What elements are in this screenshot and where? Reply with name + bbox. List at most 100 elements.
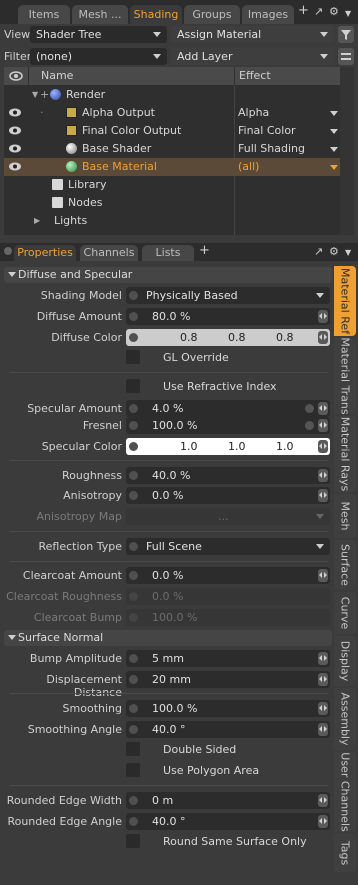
smoothing-angle-field[interactable]: 40.0 °	[126, 721, 330, 738]
diffuse-color-b[interactable]: 0.8	[276, 329, 294, 346]
tree-row-name: Base Shader	[82, 142, 152, 155]
eye-icon[interactable]	[8, 162, 22, 171]
specular-color-g[interactable]: 1.0	[228, 438, 246, 455]
expand-icon[interactable]: ↗	[314, 5, 323, 18]
tab-mesh[interactable]: Mesh ...	[72, 5, 128, 24]
shading-app: Items Mesh ... Shading Groups Images + ↗…	[0, 0, 358, 885]
tab-groups[interactable]: Groups	[184, 5, 240, 24]
chevron-down-icon[interactable]: ▼	[345, 9, 351, 18]
specular-color-swatch[interactable]: 1.0 1.0 1.0	[126, 438, 330, 455]
expand-arrow-icon[interactable]: ▼	[32, 86, 38, 104]
output-icon	[66, 107, 77, 118]
rounded-edge-width-field[interactable]: 0 m	[126, 792, 330, 809]
gear-icon[interactable]: ⚙	[329, 245, 339, 258]
round-same-surface-checkbox[interactable]	[126, 834, 140, 848]
diffuse-amount-field[interactable]: 80.0 %	[126, 308, 330, 325]
clearcoat-roughness-field[interactable]: 0.0 %	[126, 588, 330, 605]
add-tab-button[interactable]: +	[199, 243, 210, 258]
specular-amount-field[interactable]: 4.0 %	[126, 400, 330, 417]
specular-color-r[interactable]: 1.0	[180, 438, 198, 455]
double-sided-checkbox[interactable]	[126, 742, 140, 756]
diffuse-amount-label: Diffuse Amount	[36, 310, 122, 323]
side-tab-display[interactable]: Display	[334, 636, 356, 686]
use-refractive-checkbox[interactable]	[126, 379, 140, 393]
tree-row-nodes[interactable]: Nodes	[4, 194, 340, 212]
tab-properties[interactable]: Properties	[14, 245, 76, 261]
tree-row-base-shader[interactable]: Base Shader Full Shading	[4, 140, 340, 158]
gl-override-checkbox[interactable]	[126, 350, 140, 364]
side-tab-tags[interactable]: Tags	[334, 834, 356, 872]
section-diffuse-specular[interactable]: Diffuse and Specular	[4, 267, 332, 283]
filter-dropdown[interactable]: (none)	[30, 48, 167, 65]
use-polygon-area-checkbox[interactable]	[126, 763, 140, 777]
roughness-label: Roughness	[61, 469, 122, 482]
expand-icon[interactable]: ↗	[314, 245, 323, 258]
shader-icon	[66, 143, 77, 154]
clearcoat-bump-field[interactable]: 100.0 %	[126, 609, 330, 626]
view-dropdown[interactable]: Shader Tree	[30, 26, 167, 43]
side-tab-label: Display	[338, 640, 352, 682]
side-tab-assembly[interactable]: Assembly	[334, 688, 356, 750]
diffuse-color-g[interactable]: 0.8	[228, 329, 246, 346]
side-tab-label: User Channels	[338, 752, 352, 832]
tree-row-lights[interactable]: ▶ Lights	[4, 212, 340, 230]
assign-material-button[interactable]: Assign Material	[171, 26, 334, 43]
side-tab-user-channels[interactable]: User Channels	[334, 752, 356, 832]
eye-icon[interactable]	[8, 144, 22, 153]
tree-row-effect[interactable]: (all)	[238, 158, 259, 176]
side-tab-surface[interactable]: Surface	[334, 540, 356, 590]
anisotropy-field[interactable]: 0.0 %	[126, 487, 330, 504]
tree-row-effect[interactable]: Final Color	[238, 122, 296, 140]
reflection-type-dropdown[interactable]: Full Scene	[126, 538, 330, 555]
tree-row-base-material[interactable]: Base Material (all)	[4, 158, 340, 176]
tree-row-alpha-output[interactable]: · Alpha Output Alpha	[4, 104, 340, 122]
tab-lists[interactable]: Lists	[142, 245, 194, 261]
side-tab-material-rays[interactable]: Material Rays	[334, 416, 356, 492]
bump-amplitude-field[interactable]: 5 mm	[126, 650, 330, 667]
specular-amount-value: 4.0 %	[152, 402, 184, 415]
add-tab-button[interactable]: +	[298, 3, 309, 18]
tab-channels[interactable]: Channels	[80, 245, 138, 261]
side-tab-material-ref[interactable]: Material Ref	[334, 266, 356, 336]
tree-row-library[interactable]: Library	[4, 176, 340, 194]
rounded-edge-angle-field[interactable]: 40.0 °	[126, 813, 330, 830]
tree-row-effect[interactable]: Alpha	[238, 104, 269, 122]
tab-items[interactable]: Items	[18, 5, 70, 24]
chevron-down-icon[interactable]: ▼	[345, 248, 351, 257]
tree-scrollbar[interactable]	[340, 67, 354, 235]
gear-icon[interactable]: ⚙	[329, 5, 339, 18]
specular-color-label: Specular Color	[41, 440, 122, 453]
clearcoat-roughness-value: 0.0 %	[152, 590, 184, 603]
expand-arrow-icon[interactable]: ▶	[34, 212, 40, 230]
specular-color-b[interactable]: 1.0	[276, 438, 294, 455]
shading-model-dropdown[interactable]: Physically Based	[126, 287, 330, 304]
tree-row-final-color-output[interactable]: Final Color Output Final Color	[4, 122, 340, 140]
smoothing-field[interactable]: 100.0 %	[126, 700, 330, 717]
section-surface-normal[interactable]: Surface Normal	[4, 630, 332, 646]
add-layer-dropdown[interactable]: Add Layer	[171, 48, 334, 65]
tab-shading[interactable]: Shading	[130, 5, 182, 24]
diffuse-color-r[interactable]: 0.8	[180, 329, 198, 346]
side-tab-mesh[interactable]: Mesh	[334, 494, 356, 538]
roughness-field[interactable]: 40.0 %	[126, 467, 330, 484]
eye-icon[interactable]	[8, 126, 22, 135]
side-tab-curve[interactable]: Curve	[334, 592, 356, 634]
eye-icon[interactable]	[8, 108, 22, 117]
clearcoat-amount-field[interactable]: 0.0 %	[126, 567, 330, 584]
tree-row-effect[interactable]: Full Shading	[238, 140, 305, 158]
list-options-icon[interactable]	[338, 48, 354, 65]
displacement-distance-field[interactable]: 20 mm	[126, 671, 330, 688]
tab-images[interactable]: Images	[242, 5, 294, 24]
side-tab-label: Surface	[338, 544, 352, 586]
effect-column-header[interactable]: Effect	[235, 67, 340, 85]
side-tab-material-trans[interactable]: Material Trans	[334, 337, 356, 415]
name-column-header[interactable]: Name	[29, 67, 234, 85]
tree-row-name: Base Material	[82, 160, 157, 173]
reflection-type-label: Reflection Type	[38, 540, 123, 553]
funnel-icon[interactable]	[338, 26, 354, 43]
tree-row-render[interactable]: ▼ + Render	[4, 86, 340, 104]
side-tab-label: Curve	[338, 596, 352, 630]
fresnel-field[interactable]: 100.0 %	[126, 417, 330, 434]
diffuse-color-swatch[interactable]: 0.8 0.8 0.8	[126, 329, 330, 346]
anisotropy-map-dropdown[interactable]: ...	[126, 508, 330, 525]
